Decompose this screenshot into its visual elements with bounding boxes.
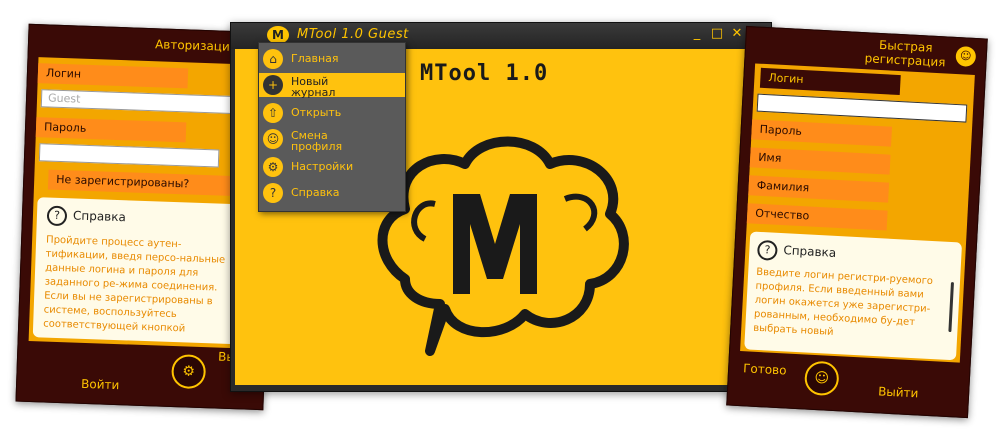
main-menu: ⌂ Главная + Новый журнал ⇧ Открыть ☺ Сме…: [258, 42, 406, 212]
window-title: MTool 1.0 Guest: [297, 27, 409, 42]
help-icon: ?: [263, 183, 283, 203]
reg-first-name-field[interactable]: Имя: [749, 147, 891, 175]
login-field[interactable]: Guest: [40, 89, 256, 115]
menu-item-label: Главная: [291, 52, 339, 65]
register-panel-title: Быстрая регистрация: [864, 37, 946, 70]
app-heading: MTool 1.0: [420, 61, 549, 86]
reg-login-label: Логин: [759, 67, 901, 96]
auth-help-title: Справка: [72, 208, 127, 225]
open-icon: ⇧: [263, 103, 283, 123]
auth-help-text: Пройдите процесс аутен-тификации, введя …: [43, 234, 226, 335]
add-user-icon: ☺: [955, 45, 977, 67]
group-icon: ☺: [803, 360, 840, 397]
settings-icon[interactable]: ⚙: [171, 353, 207, 390]
register-help-scrollbar[interactable]: [948, 282, 954, 333]
reg-login-field[interactable]: [756, 93, 968, 123]
menu-item-settings[interactable]: ⚙ Настройки: [259, 155, 405, 179]
users-icon: ☺: [263, 129, 283, 149]
help-icon: ?: [46, 205, 68, 227]
menu-item-label: Смена профиля: [291, 129, 343, 153]
register-form: Логин Пароль Имя Фамилия Отчество ? Спра…: [740, 63, 975, 363]
menu-item-help[interactable]: ? Справка: [259, 181, 405, 205]
auth-help-box: ? Справка Пройдите процесс аутен-тификац…: [32, 197, 256, 345]
home-icon: ⌂: [263, 49, 283, 69]
login-label: Логин: [37, 63, 189, 89]
menu-item-home[interactable]: ⌂ Главная: [259, 47, 405, 71]
password-field[interactable]: [38, 143, 220, 168]
password-label: Пароль: [35, 117, 187, 143]
reg-last-name-field[interactable]: Фамилия: [748, 175, 890, 203]
reg-password-field[interactable]: Пароль: [751, 119, 893, 147]
settings-icon: ⚙: [263, 157, 283, 177]
menu-item-new-journal[interactable]: + Новый журнал: [259, 73, 405, 99]
not-registered-link[interactable]: Не зарегистрированы?: [47, 169, 253, 197]
menu-item-change-profile[interactable]: ☺ Смена профиля: [259, 127, 405, 153]
close-button[interactable]: ✕: [729, 26, 745, 42]
menu-item-label: Справка: [291, 186, 340, 199]
login-button[interactable]: Войти: [81, 377, 120, 392]
done-button[interactable]: Готово: [743, 361, 787, 377]
register-help-box: ? Справка Введите логин регистри-руемого…: [744, 231, 963, 361]
help-icon: ?: [756, 239, 778, 261]
register-panel: Быстрая регистрация ☺ Логин Пароль Имя Ф…: [726, 25, 988, 419]
auth-form: Логин Guest Пароль ◉ Не зарегистрированы…: [28, 57, 265, 349]
menu-item-open[interactable]: ⇧ Открыть: [259, 101, 405, 125]
new-journal-icon: +: [263, 75, 283, 95]
register-exit-button[interactable]: Выйти: [878, 384, 919, 400]
maximize-button[interactable]: □: [709, 26, 725, 42]
menu-item-label: Открыть: [291, 106, 342, 119]
auth-panel-title: Авторизация: [154, 37, 238, 55]
register-help-title: Справка: [783, 243, 837, 260]
menu-item-label: Новый журнал: [291, 75, 336, 99]
minimize-button[interactable]: _: [689, 26, 705, 42]
register-help-text: Введите логин регистри-руемого профиля. …: [753, 266, 934, 338]
reg-patronymic-field[interactable]: Отчество: [746, 203, 888, 231]
menu-item-label: Настройки: [291, 160, 354, 173]
